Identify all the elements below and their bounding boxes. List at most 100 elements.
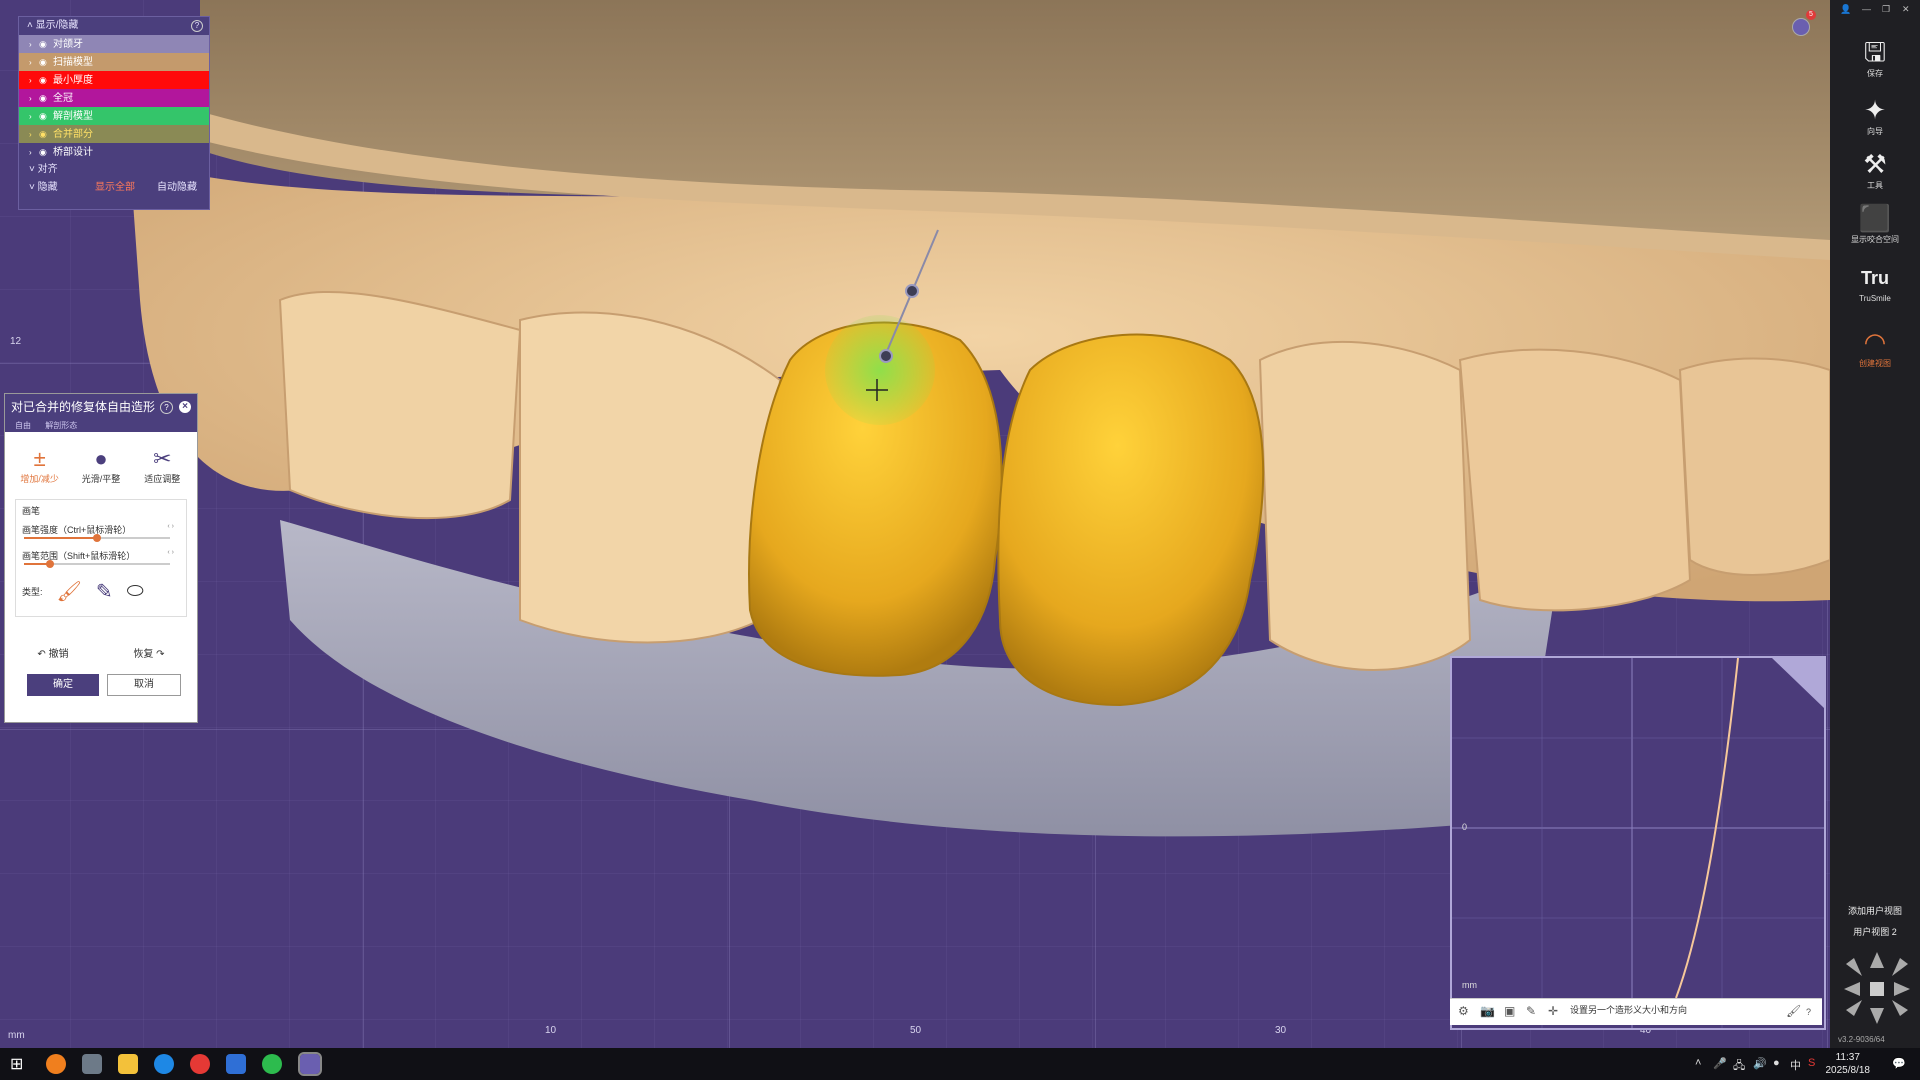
clock[interactable]: 11:37 2025/8/18 [1826, 1051, 1871, 1077]
notification-icon[interactable] [1792, 18, 1810, 36]
view-create-label: 创建视图 [1859, 359, 1891, 368]
notification-badge: 5 [1806, 10, 1816, 20]
layer-row[interactable]: › ◉ 扫描模型 [19, 53, 209, 71]
browser-icon[interactable] [46, 1054, 66, 1074]
wechat-tray-icon[interactable]: ● [1773, 1057, 1780, 1069]
layer-row[interactable]: › ◉ 解剖模型 [19, 107, 209, 125]
tab-free[interactable]: 自由 [15, 421, 31, 430]
image-icon[interactable]: ▣ [1504, 1004, 1515, 1018]
brush-strength-slider[interactable]: 画笔强度（Ctrl+鼠标滑轮） ‹ › [22, 523, 180, 543]
volume-icon[interactable]: 🔊 [1753, 1057, 1767, 1070]
trusmile-label: TruSmile [1859, 294, 1891, 303]
layer-row[interactable]: › ◉ 桥部设计 [19, 143, 209, 161]
adapt-button[interactable]: ✂ 适应调整 [134, 446, 190, 485]
eye-icon[interactable]: ◉ [39, 107, 53, 125]
ime-indicator[interactable]: 中 [1790, 1057, 1801, 1073]
restore-icon[interactable]: ❐ [1882, 4, 1890, 15]
view-cube-icon[interactable] [1842, 950, 1912, 1025]
brush-area [825, 315, 935, 425]
brush-radius-slider[interactable]: 画笔范围（Shift+鼠标滑轮） ‹ › [22, 549, 180, 569]
network-icon[interactable]: 🖧 [1733, 1057, 1745, 1076]
wechat-icon[interactable] [262, 1054, 282, 1074]
close-window-icon[interactable]: ✕ [1902, 4, 1910, 15]
eye-icon[interactable]: ◉ [39, 53, 53, 71]
notification-center-icon[interactable]: 💬 [1892, 1057, 1906, 1070]
show-all-link[interactable]: 显示全部 [95, 179, 135, 197]
chevron-right-icon[interactable]: › [29, 126, 39, 144]
eye-icon[interactable]: ◉ [39, 71, 53, 89]
layer-label: 最小厚度 [53, 75, 93, 86]
brush-type-cylinder-icon[interactable]: ⬭ [127, 580, 144, 603]
mini-axis-zero: 0 [1462, 822, 1468, 832]
layer-list: › ◉ 对颌牙 › ◉ 扫描模型 › ◉ 最小厚度 › ◉ 全冠 › ◉ 解剖模型 › ◉ 合并部分 › ◉ 桥部设计 [19, 35, 209, 161]
user-icon[interactable]: 👤 [1840, 4, 1851, 15]
save-button[interactable]: 🖫 保存 [1830, 36, 1920, 79]
slider-arrows-icon[interactable]: ‹ › [167, 549, 174, 556]
minimize-icon[interactable]: — [1862, 4, 1871, 14]
camera-icon[interactable]: 📷 [1480, 1004, 1495, 1018]
windows-start-icon[interactable]: ⊞ [10, 1054, 23, 1074]
mini-view[interactable]: 0 mm [1450, 656, 1826, 1030]
trusmile-button[interactable]: Tru TruSmile [1830, 262, 1920, 303]
chevron-right-icon[interactable]: › [29, 108, 39, 126]
chevron-right-icon[interactable]: › [29, 54, 39, 72]
eye-icon[interactable]: ◉ [39, 89, 53, 107]
tools-button[interactable]: ⚒ 工具 [1830, 148, 1920, 191]
occlusion-icon: ⬛ [1858, 203, 1892, 233]
antivirus-icon[interactable]: S [1808, 1057, 1815, 1069]
brush-strength-knob[interactable] [93, 534, 101, 542]
layer-label: 扫描模型 [53, 57, 93, 68]
edge-icon[interactable] [154, 1054, 174, 1074]
redo-button[interactable]: 恢复 ↷ [133, 645, 164, 660]
wizard-button[interactable]: ✦ 向导 [1830, 94, 1920, 137]
close-icon[interactable]: × [179, 401, 191, 413]
auto-hide-link[interactable]: 自动隐藏 [157, 179, 197, 197]
align-section[interactable]: ˅ 对齐 [19, 161, 209, 179]
target-icon[interactable]: ✛ [1548, 1004, 1558, 1018]
smooth-button[interactable]: ● 光滑/平整 [73, 446, 129, 485]
app-icon-1[interactable] [82, 1054, 102, 1074]
pen-icon[interactable]: ✎ [1526, 1004, 1536, 1018]
help-icon[interactable]: ? [1806, 1007, 1811, 1017]
undo-button[interactable]: ↶ 撤销 [37, 645, 68, 660]
slider-arrows-icon[interactable]: ‹ › [167, 523, 174, 530]
tab-anatomy[interactable]: 解剖形态 [45, 421, 77, 430]
help-icon[interactable]: ? [191, 20, 203, 32]
add-remove-button[interactable]: ± 增加/减少 [12, 446, 68, 485]
user-view-label[interactable]: 用户视图 2 [1830, 925, 1920, 938]
cancel-button[interactable]: 取消 [107, 674, 181, 696]
file-explorer-icon[interactable] [118, 1054, 138, 1074]
brush-type-pen-icon[interactable]: ✎ [96, 579, 113, 604]
exocad-icon[interactable] [298, 1052, 322, 1076]
add-user-view-button[interactable]: 添加用户视图 [1830, 904, 1920, 917]
mic-icon[interactable]: 🎤 [1713, 1057, 1727, 1070]
tray-chevron-icon[interactable]: ˄ [1695, 1057, 1701, 1069]
brush-type-brush-icon[interactable]: 🖌 [57, 579, 82, 604]
settings-sliders-icon[interactable]: ⚙ [1458, 1004, 1469, 1018]
occlusion-button[interactable]: ⬛ 显示咬合空间 [1830, 202, 1920, 245]
chevron-right-icon[interactable]: › [29, 90, 39, 108]
eye-icon[interactable]: ◉ [39, 125, 53, 143]
chevron-right-icon[interactable]: › [29, 144, 39, 162]
chevron-right-icon[interactable]: › [29, 72, 39, 90]
view-create-button[interactable]: ◠ 创建视图 [1830, 326, 1920, 369]
display-panel-header[interactable]: ˄ 显示/隐藏 ? [19, 17, 209, 35]
layer-row[interactable]: › ◉ 最小厚度 [19, 71, 209, 89]
brush-radius-knob[interactable] [46, 560, 55, 568]
chevron-right-icon[interactable]: › [29, 36, 39, 54]
chevron-down-icon: ˅ [29, 182, 38, 193]
eye-icon[interactable]: ◉ [39, 35, 53, 53]
eye-icon[interactable]: ◉ [39, 143, 53, 161]
direction-handle-top[interactable] [905, 284, 919, 298]
ok-button[interactable]: 确定 [27, 674, 99, 696]
layer-row[interactable]: › ◉ 合并部分 [19, 125, 209, 143]
brush-icon[interactable]: 🖌 [1786, 1004, 1801, 1018]
layer-label: 对颌牙 [53, 39, 83, 50]
app-icon-2[interactable] [190, 1054, 210, 1074]
help-icon[interactable]: ? [160, 401, 173, 414]
crown-right[interactable] [997, 333, 1265, 707]
layer-row[interactable]: › ◉ 对颌牙 [19, 35, 209, 53]
direction-handle-bottom[interactable] [879, 349, 893, 363]
app-icon-3[interactable] [226, 1054, 246, 1074]
layer-row[interactable]: › ◉ 全冠 [19, 89, 209, 107]
